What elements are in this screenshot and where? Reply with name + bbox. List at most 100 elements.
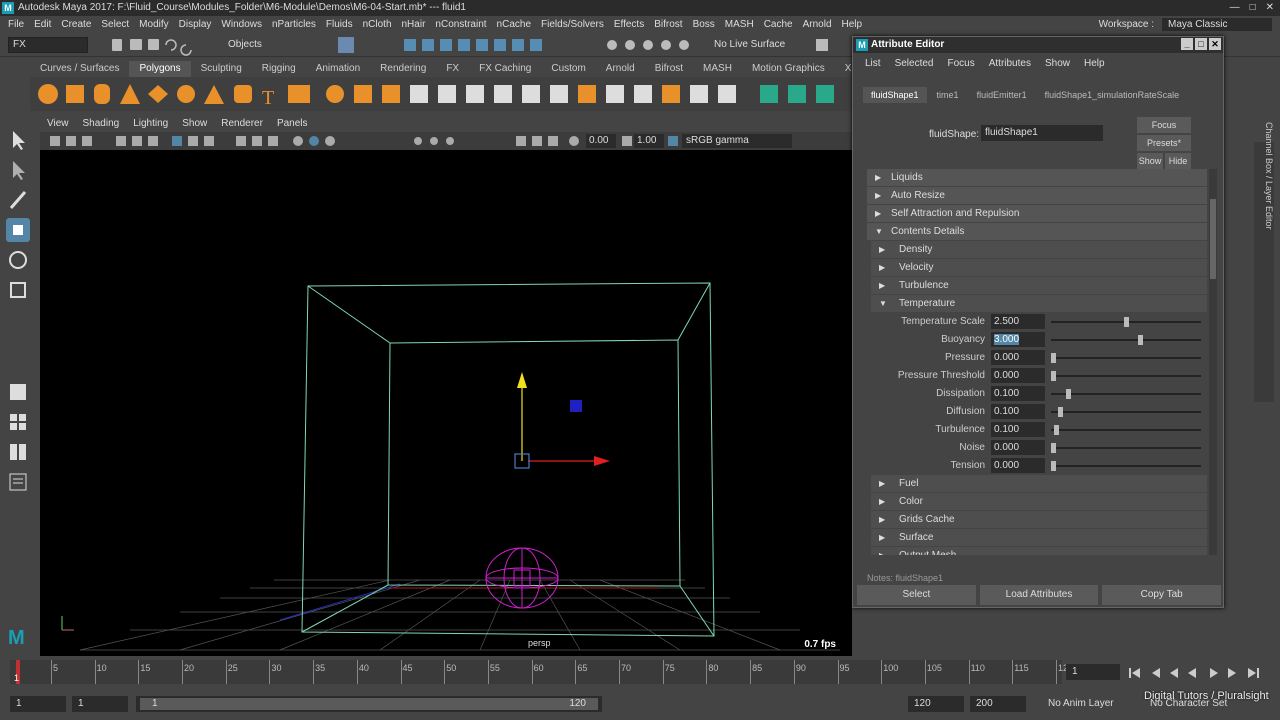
channel-box-tab[interactable]: Channel Box / Layer Editor: [1264, 122, 1274, 230]
attribute-slider[interactable]: [1051, 461, 1201, 471]
slider-handle[interactable]: [1051, 461, 1056, 471]
four-view-layout-icon[interactable]: [6, 410, 30, 434]
menu-file[interactable]: File: [8, 19, 24, 30]
menu-ncache[interactable]: nCache: [497, 19, 531, 30]
near-clip-field[interactable]: 0.00: [586, 134, 616, 148]
ae-minimize-icon[interactable]: _: [1181, 38, 1193, 50]
menu-bifrost[interactable]: Bifrost: [654, 19, 682, 30]
fluid-emitter[interactable]: [485, 547, 559, 609]
subsection-velocity[interactable]: ▶ Velocity: [871, 259, 1207, 277]
paint-select-tool-icon[interactable]: [6, 188, 30, 212]
menu-effects[interactable]: Effects: [614, 19, 644, 30]
menu-arnold[interactable]: Arnold: [803, 19, 832, 30]
attribute-value-field[interactable]: 2.500: [991, 314, 1045, 329]
menu-set-dropdown[interactable]: FX: [8, 37, 88, 53]
ae-tab-fluidshape1[interactable]: fluidShape1: [863, 87, 927, 103]
color-space-dropdown[interactable]: sRGB gamma: [682, 134, 792, 148]
section-selfattractionandrepulsion[interactable]: ▶ Self Attraction and Repulsion: [867, 205, 1207, 223]
select-button[interactable]: Select: [857, 585, 976, 605]
attribute-slider[interactable]: [1051, 353, 1201, 363]
ae-maximize-icon[interactable]: □: [1195, 38, 1207, 50]
range-slider[interactable]: 1 120: [136, 696, 602, 712]
outliner-icon[interactable]: [6, 470, 30, 494]
subsection-density[interactable]: ▶ Density: [871, 241, 1207, 259]
attribute-value-field[interactable]: 0.000: [991, 368, 1045, 383]
subsection-temperature[interactable]: ▼ Temperature: [871, 295, 1207, 313]
move-tool-icon[interactable]: [6, 218, 30, 242]
menu-create[interactable]: Create: [61, 19, 91, 30]
menu-help[interactable]: Help: [842, 19, 863, 30]
show-button[interactable]: Show: [1137, 153, 1163, 169]
menu-modify[interactable]: Modify: [139, 19, 168, 30]
attribute-slider[interactable]: [1051, 443, 1201, 453]
shape-name-field[interactable]: fluidShape1: [981, 125, 1103, 141]
shelf-tab-curvessurfaces[interactable]: Curves / Surfaces: [30, 61, 129, 77]
rotate-tool-icon[interactable]: [6, 248, 30, 272]
subsection-surface[interactable]: ▶ Surface: [871, 529, 1207, 547]
select-tool-icon[interactable]: [6, 128, 30, 152]
playback-end-field[interactable]: 120: [908, 696, 964, 712]
far-clip-field[interactable]: 1.00: [634, 134, 664, 148]
attribute-value-field[interactable]: 0.000: [991, 440, 1045, 455]
subsection-color[interactable]: ▶ Color: [871, 493, 1207, 511]
menu-fieldssolvers[interactable]: Fields/Solvers: [541, 19, 604, 30]
menu-select[interactable]: Select: [101, 19, 129, 30]
menu-ncloth[interactable]: nCloth: [363, 19, 392, 30]
subsection-gridscache[interactable]: ▶ Grids Cache: [871, 511, 1207, 529]
menu-fluids[interactable]: Fluids: [326, 19, 353, 30]
menu-mash[interactable]: MASH: [725, 19, 754, 30]
timeline-track[interactable]: 1 5 10 15 20 25 30 35 40 45 50 55 60 65 70 75 80 85 90 95 1…: [10, 660, 1073, 684]
attribute-value-field[interactable]: 0.100: [991, 404, 1045, 419]
move-manipulator[interactable]: [514, 372, 610, 469]
hide-button[interactable]: Hide: [1165, 153, 1191, 169]
close-button[interactable]: ✕: [1266, 0, 1274, 16]
viewport-menu-view[interactable]: View: [47, 118, 69, 132]
attribute-slider[interactable]: [1051, 389, 1201, 399]
maximize-button[interactable]: □: [1250, 0, 1256, 16]
slider-handle[interactable]: [1051, 371, 1056, 381]
shelf-tab-bifrost[interactable]: Bifrost: [645, 61, 693, 77]
attribute-slider[interactable]: [1051, 335, 1201, 345]
persp-outliner-layout-icon[interactable]: [6, 440, 30, 464]
single-perspective-layout-icon[interactable]: [6, 380, 30, 404]
anim-layer-dropdown[interactable]: No Anim Layer: [1042, 696, 1138, 712]
shelf-tab-mash[interactable]: MASH: [693, 61, 742, 77]
perspective-viewport[interactable]: persp 0.7 fps: [40, 150, 852, 656]
menu-display[interactable]: Display: [179, 19, 212, 30]
ae-tab-fluidemitter1[interactable]: fluidEmitter1: [969, 87, 1035, 103]
section-liquids[interactable]: ▶ Liquids: [867, 169, 1207, 187]
slider-handle[interactable]: [1124, 317, 1129, 327]
viewport-menu-panels[interactable]: Panels: [277, 118, 308, 132]
viewport-menu-lighting[interactable]: Lighting: [133, 118, 168, 132]
attribute-value-field[interactable]: 0.000: [991, 458, 1045, 473]
selection-mode-dropdown[interactable]: Objects: [224, 37, 300, 53]
presets-button[interactable]: Presets*: [1137, 135, 1191, 151]
copy-tab-button[interactable]: Copy Tab: [1102, 585, 1222, 605]
shelf-tab-rigging[interactable]: Rigging: [252, 61, 306, 77]
slider-handle[interactable]: [1058, 407, 1063, 417]
playback-start-field[interactable]: 1: [72, 696, 128, 712]
subsection-turbulence[interactable]: ▶ Turbulence: [871, 277, 1207, 295]
subsection-outputmesh[interactable]: ▶ Output Mesh: [871, 547, 1207, 555]
shelf-tab-arnold[interactable]: Arnold: [596, 61, 645, 77]
ae-tab-time1[interactable]: time1: [929, 87, 967, 103]
slider-handle[interactable]: [1054, 425, 1059, 435]
live-surface-label[interactable]: No Live Surface: [714, 37, 810, 53]
shelf-tab-animation[interactable]: Animation: [306, 61, 370, 77]
attribute-slider[interactable]: [1051, 407, 1201, 417]
slider-handle[interactable]: [1066, 389, 1071, 399]
animation-start-field[interactable]: 1: [10, 696, 66, 712]
shelf-tab-fx[interactable]: FX: [436, 61, 469, 77]
viewport-menu-shading[interactable]: Shading: [83, 118, 120, 132]
ae-menu-help[interactable]: Help: [1084, 58, 1105, 69]
attribute-value-field[interactable]: 0.100: [991, 386, 1045, 401]
shelf-tab-sculpting[interactable]: Sculpting: [191, 61, 252, 77]
subsection-fuel[interactable]: ▶ Fuel: [871, 475, 1207, 493]
menu-edit[interactable]: Edit: [34, 19, 51, 30]
menu-nconstraint[interactable]: nConstraint: [435, 19, 486, 30]
minimize-button[interactable]: —: [1230, 0, 1240, 16]
workspace-dropdown[interactable]: Maya Classic: [1162, 18, 1272, 31]
shelf-tab-custom[interactable]: Custom: [541, 61, 595, 77]
ae-menu-selected[interactable]: Selected: [895, 58, 934, 69]
shelf-tab-polygons[interactable]: Polygons: [129, 61, 191, 77]
